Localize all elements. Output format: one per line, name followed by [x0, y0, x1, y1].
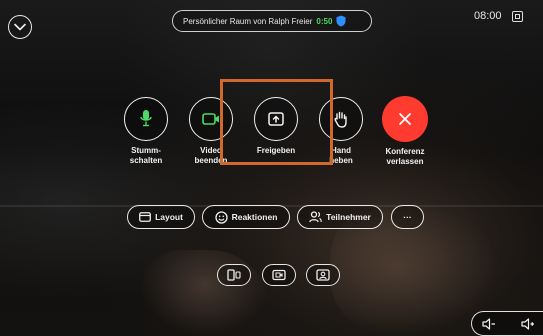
- screen-reflection: [140, 250, 270, 336]
- clock: 08:00: [474, 10, 502, 22]
- smiley-icon: [214, 210, 228, 224]
- more-options-icon[interactable]: [512, 11, 523, 22]
- volume-control[interactable]: [471, 311, 543, 336]
- mute-button[interactable]: [124, 97, 168, 141]
- leave-control[interactable]: Konferenz verlassen: [370, 96, 440, 167]
- self-view-icon: [316, 269, 330, 281]
- participants-button[interactable]: Teilnehmer: [297, 205, 383, 229]
- camera-view-button[interactable]: [217, 264, 251, 286]
- layout-label: Layout: [155, 212, 183, 222]
- meeting-timer: 0:50: [316, 16, 333, 26]
- meeting-info-pill[interactable]: Persönlicher Raum von Ralph Freier 0:50: [172, 10, 372, 32]
- collapse-button[interactable]: [8, 15, 32, 39]
- microphone-icon: [138, 109, 154, 129]
- more-icon: ···: [403, 212, 412, 222]
- video-view-button[interactable]: [262, 264, 296, 286]
- chevron-down-icon: [14, 23, 26, 31]
- self-view-button[interactable]: [306, 264, 340, 286]
- meeting-title: Persönlicher Raum von Ralph Freier: [183, 16, 313, 26]
- highlight-box: [220, 79, 333, 165]
- leave-label: Konferenz verlassen: [385, 147, 425, 166]
- shield-icon: [336, 15, 346, 27]
- mute-label: Stumm- schalten: [129, 146, 163, 165]
- more-button[interactable]: ···: [391, 205, 424, 229]
- layout-icon: [139, 212, 151, 222]
- camera-view-icon: [227, 269, 241, 281]
- leave-button[interactable]: [382, 96, 428, 142]
- layout-button[interactable]: Layout: [127, 205, 195, 229]
- participants-label: Teilnehmer: [326, 212, 371, 222]
- touch-panel-screen: Persönlicher Raum von Ralph Freier 0:50 …: [0, 0, 543, 336]
- volume-up-icon[interactable]: [521, 317, 535, 330]
- reactions-button[interactable]: Reaktionen: [202, 205, 290, 229]
- close-icon: [397, 111, 413, 127]
- hand-icon: [333, 110, 349, 128]
- camera-icon: [202, 112, 220, 126]
- mute-control[interactable]: Stumm- schalten: [111, 97, 181, 166]
- reactions-label: Reaktionen: [231, 212, 278, 222]
- video-view-icon: [272, 269, 286, 281]
- participants-icon: [309, 211, 322, 223]
- volume-down-icon[interactable]: [482, 317, 496, 330]
